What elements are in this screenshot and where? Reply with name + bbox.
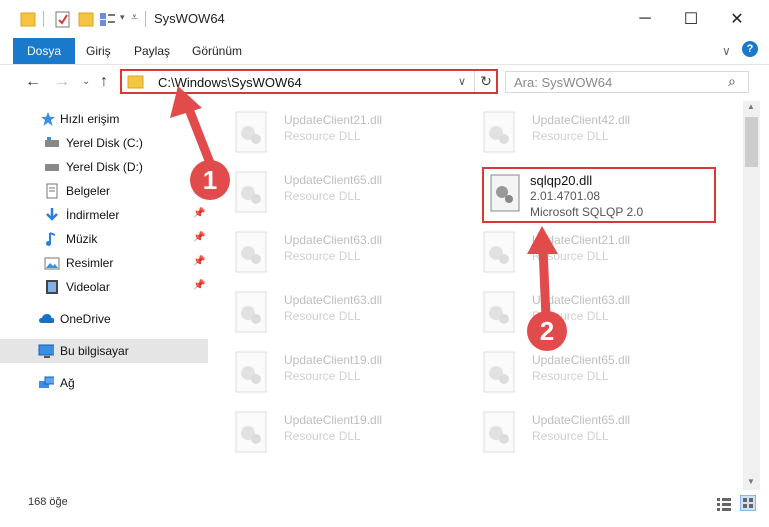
annotation-arrow bbox=[538, 243, 551, 323]
annotation-arrowhead bbox=[527, 226, 558, 254]
step-2-badge: 2 bbox=[527, 311, 567, 351]
step-1-badge: 1 bbox=[190, 160, 230, 200]
annotation-overlay bbox=[170, 86, 558, 323]
annotation-arrow bbox=[182, 99, 217, 173]
